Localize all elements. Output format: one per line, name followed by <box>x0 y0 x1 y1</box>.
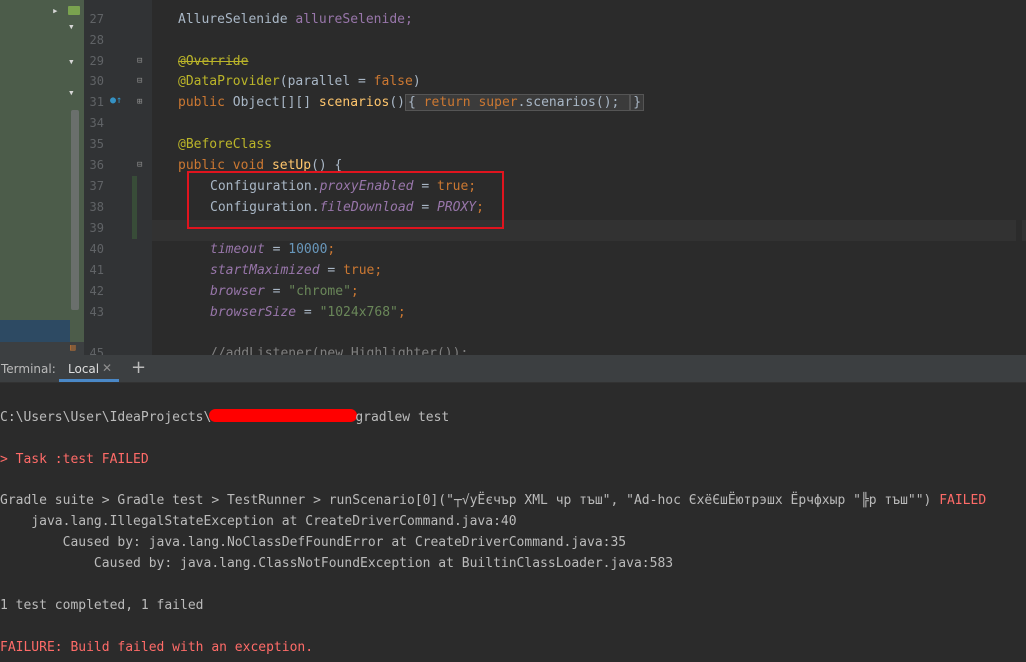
line-number: 27 <box>89 12 104 26</box>
code-line-45: //addListener(new Highlighter()); <box>210 346 469 355</box>
terminal-exception-line: Caused by: java.lang.ClassNotFoundExcept… <box>0 556 674 571</box>
line-number: 38 <box>89 200 104 214</box>
line-number: 42 <box>89 284 104 298</box>
line-number: 35 <box>89 137 104 151</box>
code-line-43: browserSize = "1024x768"; <box>210 305 406 320</box>
file-icon: ▤ <box>70 343 76 353</box>
terminal-task-failed: > Task :test FAILED <box>0 452 149 467</box>
terminal-toolbar: Terminal: Local ✕ + <box>0 355 1026 383</box>
red-highlight-annotation <box>187 171 504 229</box>
chevron-right-icon[interactable]: ▸ <box>52 4 59 17</box>
tab-local[interactable]: Local ✕ <box>59 355 119 382</box>
terminal-summary: 1 test completed, 1 failed <box>0 598 204 613</box>
selected-tree-row[interactable] <box>0 320 70 342</box>
project-pane-scrollbar[interactable] <box>71 110 79 310</box>
project-pane: ▸ ▾ ▾ ▾ ▤ <box>0 0 84 355</box>
code-line-30: @DataProvider(parallel = false) <box>178 74 421 89</box>
code-line-40: timeout = 10000; <box>210 242 336 257</box>
new-tab-plus-icon[interactable]: + <box>131 357 146 378</box>
chevron-down-icon[interactable]: ▾ <box>68 20 75 33</box>
fold-icon[interactable]: ⊟ <box>137 155 142 176</box>
tab-label: Local <box>68 362 100 376</box>
chevron-down-icon[interactable]: ▾ <box>68 55 75 68</box>
line-number: 31 <box>89 95 104 109</box>
code-line-35: @BeforeClass <box>178 137 272 152</box>
vcs-change-marker[interactable] <box>132 176 137 239</box>
code-line-42: browser = "chrome"; <box>210 284 359 299</box>
line-number: 41 <box>89 263 104 277</box>
terminal-exception-line: Caused by: java.lang.NoClassDefFoundErro… <box>0 535 627 550</box>
terminal-output[interactable]: C:\Users\User\IdeaProjects\ gradlew test … <box>0 383 1026 662</box>
line-number: 29 <box>89 54 104 68</box>
override-gutter-icon[interactable]: ●↑ <box>110 95 122 106</box>
line-number: 34 <box>89 116 104 130</box>
line-number: 30 <box>89 74 104 88</box>
terminal-exception-line: java.lang.IllegalStateException at Creat… <box>0 514 517 529</box>
line-number: 39 <box>89 221 104 235</box>
terminal-suite-line: Gradle suite > Gradle test > TestRunner … <box>0 493 987 508</box>
code-line-29: @Override <box>178 54 249 69</box>
line-number: 37 <box>89 179 104 193</box>
fold-icon[interactable]: ⊞ <box>137 92 142 113</box>
line-number: 28 <box>89 33 104 47</box>
code-line-31: public Object[][] scenarios(){ return su… <box>178 92 645 113</box>
line-number: 36 <box>89 158 104 172</box>
redaction-mark <box>209 409 358 422</box>
close-icon[interactable]: ✕ <box>102 361 112 375</box>
terminal-prompt: C:\Users\User\IdeaProjects\ gradlew test <box>0 409 450 425</box>
fold-icon[interactable]: ⊟ <box>137 71 142 92</box>
folder-icon <box>68 6 80 15</box>
line-number: 43 <box>89 305 104 319</box>
code-line-41: startMaximized = true; <box>210 263 383 278</box>
editor-scrollbar[interactable] <box>1016 0 1022 355</box>
terminal-failure: FAILURE: Build failed with an exception. <box>0 640 314 655</box>
fold-icon[interactable]: ⊟ <box>137 51 142 72</box>
editor-gutter: 27 28 29 30 31 34 35 36 37 38 39 40 41 4… <box>84 0 152 360</box>
code-editor[interactable]: AllureSelenide allureSelenide; @Override… <box>152 0 1026 355</box>
line-number: 40 <box>89 242 104 256</box>
terminal-title: Terminal: <box>1 362 56 376</box>
chevron-down-icon[interactable]: ▾ <box>68 86 75 99</box>
code-line-27: AllureSelenide allureSelenide; <box>178 12 413 27</box>
